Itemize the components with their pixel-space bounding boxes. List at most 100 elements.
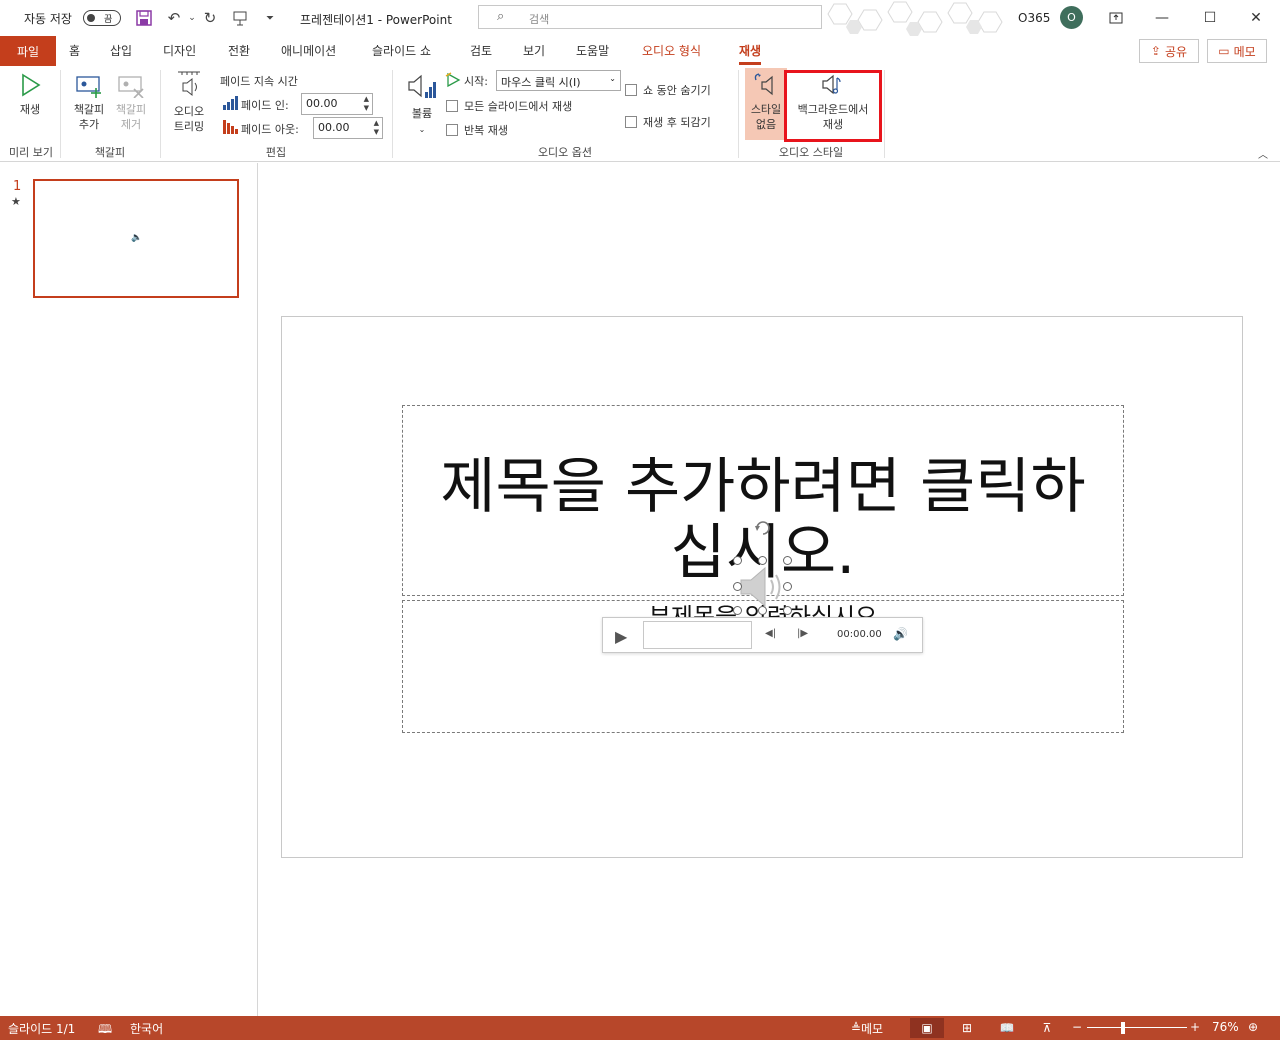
slide-thumbnail[interactable]: 🔈	[33, 179, 239, 298]
tab-file[interactable]: 파일	[0, 36, 56, 66]
notes-label: 메모	[860, 1021, 884, 1036]
account-name[interactable]: O365	[1018, 11, 1050, 25]
ribbon-display-icon[interactable]	[1106, 8, 1126, 28]
undo-dropdown-icon[interactable]: ⌄	[182, 8, 202, 28]
play-icon	[22, 73, 41, 97]
normal-view-icon[interactable]: ▣	[910, 1018, 944, 1038]
search-placeholder: 검색	[529, 13, 550, 26]
tab-slideshow[interactable]: 슬라이드 쇼	[372, 42, 431, 59]
start-dropdown[interactable]: 마우스 클릭 시(I) ⌄	[496, 70, 621, 91]
fit-to-window-icon[interactable]: ⊕	[1248, 1020, 1258, 1034]
zoom-slider-track[interactable]	[1087, 1027, 1187, 1028]
group-separator	[738, 70, 739, 158]
language[interactable]: 한국어	[130, 1020, 163, 1037]
maximize-icon[interactable]: ☐	[1200, 8, 1220, 28]
loop-checkbox[interactable]: 반복 재생	[446, 122, 508, 138]
chevron-down-icon: ⌄	[609, 74, 616, 83]
add-bookmark-button[interactable]: 책갈피 추가	[68, 72, 110, 132]
remove-bookmark-icon	[118, 76, 144, 98]
remove-bookmark-line2: 제거	[120, 118, 142, 131]
present-icon[interactable]	[230, 8, 250, 28]
ribbon: 재생 미리 보기 책갈피 추가 책갈피 제거 책갈피 오디오 트리밍 페이드 지…	[0, 66, 1280, 162]
resize-handle[interactable]	[783, 556, 792, 565]
accessibility-icon[interactable]: 🕮	[98, 1020, 112, 1040]
no-style-button[interactable]: 스타일 없음	[745, 72, 787, 132]
comments-button[interactable]: ▭ 메모	[1207, 39, 1267, 63]
rotate-handle-icon[interactable]	[753, 518, 773, 538]
play-across-slides-checkbox[interactable]: 모든 슬라이드에서 재생	[446, 98, 572, 114]
fade-in-label: 페이드 인:	[241, 99, 289, 112]
tab-transitions[interactable]: 전환	[228, 42, 250, 59]
start-icon	[445, 72, 461, 88]
document-title: 프레젠테이션1 - PowerPoint	[300, 13, 452, 27]
volume-button[interactable]: 볼륨 ⌄	[404, 72, 440, 137]
rewind-label: 재생 후 되감기	[643, 116, 711, 129]
collapse-ribbon-icon[interactable]: ︿	[1258, 146, 1268, 161]
redo-icon[interactable]: ↻	[200, 8, 220, 28]
play-preview-button[interactable]: 재생	[10, 72, 50, 117]
skip-forward-icon[interactable]: |▶	[797, 628, 808, 639]
remove-bookmark-button[interactable]: 책갈피 제거	[110, 72, 152, 132]
loop-label: 반복 재생	[464, 124, 508, 137]
tab-help[interactable]: 도움말	[576, 42, 609, 59]
minimize-icon[interactable]: —	[1152, 8, 1172, 28]
slide-sorter-icon[interactable]: ⊞	[950, 1018, 984, 1038]
tab-review[interactable]: 검토	[470, 42, 492, 59]
no-style-line1: 스타일	[750, 103, 782, 116]
tab-playback[interactable]: 재생	[739, 42, 762, 65]
player-volume-icon[interactable]: 🔊	[893, 627, 908, 641]
resize-handle[interactable]	[733, 606, 742, 615]
hide-during-show-checkbox[interactable]: 쇼 동안 숨기기	[625, 82, 711, 98]
save-icon[interactable]	[134, 8, 154, 28]
zoom-slider-thumb[interactable]	[1121, 1022, 1125, 1034]
hide-during-show-label: 쇼 동안 숨기기	[643, 84, 711, 97]
rewind-checkbox[interactable]: 재생 후 되감기	[625, 114, 711, 130]
trim-audio-button[interactable]: 오디오 트리밍	[168, 70, 210, 134]
highlight-annotation-box	[784, 70, 882, 142]
zoom-out-icon[interactable]: −	[1072, 1020, 1082, 1034]
tab-design[interactable]: 디자인	[163, 42, 196, 59]
zoom-in-icon[interactable]: +	[1190, 1020, 1200, 1034]
animation-star-icon: ★	[11, 195, 21, 208]
trim-audio-line1: 오디오	[173, 105, 205, 118]
fade-out-spinner[interactable]: 00.00 ▲ ▼	[313, 117, 383, 139]
autosave-toggle[interactable]: 끔	[83, 10, 121, 26]
skip-back-icon[interactable]: ◀|	[765, 628, 776, 639]
resize-handle[interactable]	[733, 582, 742, 591]
tab-audio-format[interactable]: 오디오 형식	[642, 42, 701, 59]
volume-dropdown-icon: ⌄	[418, 125, 426, 134]
resize-handle[interactable]	[758, 606, 767, 615]
group-audio-styles-label: 오디오 스타일	[778, 146, 844, 159]
notes-icon: ≜	[850, 1021, 861, 1035]
status-bar: 슬라이드 1/1 🕮 한국어 ≜ 메모 ▣ ⊞ 📖 ⊼ − + 76% ⊕	[0, 1016, 1280, 1040]
title-line-1: 제목을 추가하려면 클릭하	[440, 452, 1086, 522]
spinner-arrows-icon[interactable]: ▲ ▼	[364, 95, 369, 113]
spinner-arrows-icon[interactable]: ▲ ▼	[374, 119, 379, 137]
tab-home[interactable]: 홈	[69, 42, 80, 59]
resize-handle[interactable]	[733, 556, 742, 565]
resize-handle[interactable]	[783, 606, 792, 615]
start-label: 시작:	[464, 75, 488, 88]
avatar[interactable]: O	[1060, 6, 1083, 29]
zoom-level[interactable]: 76%	[1212, 1020, 1239, 1034]
customize-toolbar-icon[interactable]: ⏷	[260, 8, 280, 28]
tab-insert[interactable]: 삽입	[110, 42, 132, 59]
player-play-icon[interactable]: ▶	[615, 627, 627, 646]
search-box[interactable]: ⌕ 검색	[478, 5, 822, 29]
notes-toggle[interactable]: ≜ 메모	[844, 1018, 890, 1038]
add-bookmark-icon	[76, 76, 101, 98]
slideshow-view-icon[interactable]: ⊼	[1030, 1018, 1064, 1038]
share-button[interactable]: ⇪ 공유	[1139, 39, 1199, 63]
undo-icon[interactable]: ↶	[164, 8, 184, 28]
comments-label: 메모	[1233, 44, 1256, 59]
close-icon[interactable]: ✕	[1246, 8, 1266, 28]
fade-in-spinner[interactable]: 00.00 ▲ ▼	[301, 93, 373, 115]
thumbnail-speaker-icon: 🔈	[131, 233, 143, 243]
player-progress-track[interactable]	[643, 621, 752, 649]
resize-handle[interactable]	[783, 582, 792, 591]
tab-animations[interactable]: 애니메이션	[281, 42, 336, 59]
tab-view[interactable]: 보기	[523, 42, 545, 59]
audio-object[interactable]	[737, 560, 789, 612]
reading-view-icon[interactable]: 📖	[990, 1018, 1024, 1038]
resize-handle[interactable]	[758, 556, 767, 565]
